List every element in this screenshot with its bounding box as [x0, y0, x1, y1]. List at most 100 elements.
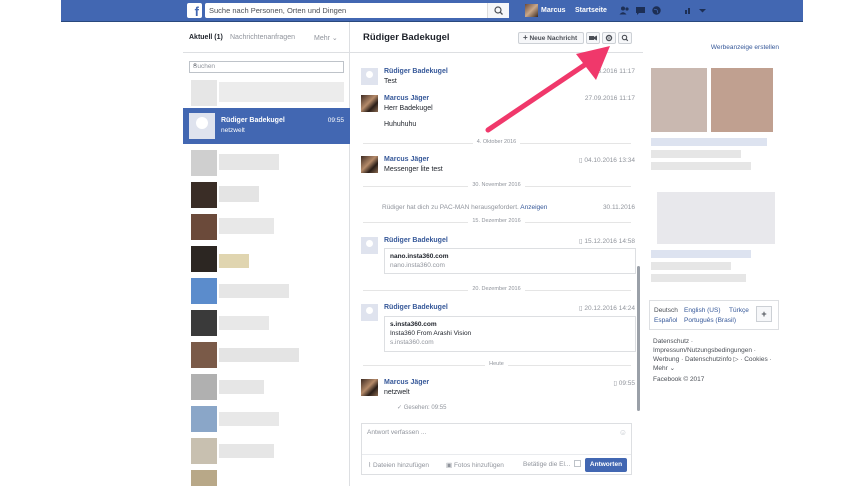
message-time: 27.09.2016 11:17 [584, 95, 635, 102]
blurred-ad-text [651, 150, 741, 158]
language-option[interactable]: English (US) [684, 307, 720, 314]
conversation-header: Rüdiger Badekugel + Neue Nachricht [350, 22, 643, 53]
facebook-logo[interactable]: f [187, 3, 202, 18]
search-placeholder: Suche nach Personen, Orten und Dingen [209, 6, 347, 15]
message-time: ▯ 04.10.2016 13:34 [579, 157, 635, 164]
new-message-button[interactable]: + Neue Nachricht [518, 32, 584, 44]
avatar [189, 113, 215, 139]
search-conversation-button[interactable] [618, 32, 632, 44]
blurred-ad-image[interactable] [711, 68, 773, 132]
language-selector: Deutsch English (US) Türkçe Español Port… [649, 300, 779, 330]
language-option[interactable]: Türkçe [729, 307, 749, 314]
account-menu-chevron-down-icon[interactable] [697, 5, 708, 16]
avatar [361, 304, 378, 321]
emoji-icon[interactable]: ☺ [619, 428, 627, 437]
footer-more-link[interactable]: Mehr ⌄ [653, 364, 675, 373]
send-reply-button[interactable]: Antworten [585, 458, 627, 472]
global-search-input[interactable]: Suche nach Personen, Orten und Dingen [205, 3, 509, 18]
link-title: nano.insta360.com [390, 253, 449, 260]
message-text: Test [384, 78, 397, 85]
footer-link[interactable]: Werbung · Datenschutzinfo ▷ · Cookies · [653, 355, 772, 364]
footer-link[interactable]: Impressum/Nutzungsbedingungen · [653, 346, 756, 355]
blurred-ad-text[interactable] [651, 250, 751, 258]
message-sender[interactable]: Marcus Jäger [384, 379, 429, 386]
blurred-conversation[interactable] [219, 218, 274, 234]
message-time: 30.11.2016 [602, 204, 635, 211]
camera-icon: ▣ [446, 462, 454, 469]
blurred-avatar [191, 80, 217, 106]
blurred-conversation[interactable] [219, 380, 264, 394]
footer-link[interactable]: Datenschutz · [653, 337, 693, 346]
avatar [361, 237, 378, 254]
plus-icon: + [523, 33, 528, 42]
notifications-globe-icon[interactable] [651, 5, 662, 16]
message-sender[interactable]: Marcus Jäger [384, 95, 429, 102]
blurred-avatar [191, 374, 217, 400]
blurred-avatar [191, 470, 217, 486]
avatar [361, 379, 378, 396]
friend-requests-icon[interactable] [619, 5, 630, 16]
settings-button[interactable] [602, 32, 616, 44]
blurred-ad-image[interactable] [651, 68, 707, 132]
blurred-avatar [191, 438, 217, 464]
blurred-conversation[interactable] [219, 82, 344, 102]
date-divider: 15. Dezember 2016 [350, 218, 643, 224]
message-sender[interactable]: Rüdiger Badekugel [384, 68, 448, 75]
message-time: ▯ 15.12.2016 14:58 [579, 238, 635, 245]
blurred-conversation[interactable] [219, 254, 249, 268]
composer-toolbar: ⌇ Dateien hinzufügen ▣ Fotos hinzufügen … [362, 454, 631, 474]
gear-icon [605, 34, 613, 42]
conversation-name: Rüdiger Badekugel [221, 117, 285, 124]
blurred-ad-text[interactable] [651, 138, 767, 146]
search-icon [621, 34, 629, 42]
blurred-conversation[interactable] [219, 412, 279, 426]
messages-icon[interactable] [635, 5, 646, 16]
avatar [525, 4, 538, 17]
blurred-avatar [191, 310, 217, 336]
blurred-conversation[interactable] [219, 284, 289, 298]
message-sender[interactable]: Rüdiger Badekugel [384, 304, 448, 311]
blurred-conversation[interactable] [219, 348, 299, 362]
language-option[interactable]: Español [654, 317, 678, 324]
top-navigation-bar: f Suche nach Personen, Orten und Dingen … [61, 0, 803, 22]
add-files-button[interactable]: ⌇ Dateien hinzufügen [368, 461, 429, 469]
message-sender[interactable]: Marcus Jäger [384, 156, 429, 163]
message-text: netzwelt [384, 389, 410, 396]
language-option[interactable]: Português (Brasil) [684, 317, 736, 324]
blurred-conversation[interactable] [219, 186, 259, 202]
reply-composer[interactable]: Antwort verfassen ... ☺ ⌇ Dateien hinzuf… [361, 423, 632, 475]
tab-recent[interactable]: Aktuell (1) [189, 34, 223, 41]
tab-message-requests[interactable]: Nachrichtenanfragen [230, 34, 295, 41]
privacy-shortcuts-icon[interactable] [683, 5, 694, 16]
create-ad-link[interactable]: Werbeanzeige erstellen [711, 44, 779, 51]
search-button[interactable] [487, 3, 509, 18]
more-languages-button[interactable]: + [756, 306, 772, 322]
new-message-label: Neue Nachricht [529, 35, 578, 42]
blurred-conversation[interactable] [219, 316, 269, 330]
link-url: nano.insta360.com [390, 262, 445, 269]
view-game-link[interactable]: Anzeigen [520, 204, 547, 211]
blurred-avatar [191, 150, 217, 176]
tab-more[interactable]: Mehr ⌄ [314, 34, 338, 42]
link-url: s.insta360.com [390, 339, 434, 346]
message-scrollbar[interactable] [637, 266, 640, 411]
add-photos-button[interactable]: ▣ Fotos hinzufügen [446, 461, 504, 469]
home-link[interactable]: Startseite [575, 7, 607, 14]
blurred-conversation[interactable] [219, 444, 274, 458]
search-icon [494, 6, 503, 15]
message-sender[interactable]: Rüdiger Badekugel [384, 237, 448, 244]
right-sidebar: Werbeanzeige erstellen Deutsch English (… [643, 22, 803, 486]
blurred-ad-image[interactable] [657, 192, 775, 244]
link-preview-card[interactable]: s.insta360.com Insta360 From Arashi Visi… [384, 316, 636, 352]
conversation-list-panel: Aktuell (1) Nachrichtenanfragen Mehr ⌄ S… [183, 22, 350, 486]
list-item-active-conversation[interactable]: Rüdiger Badekugel netzwelt 09:55 [183, 108, 350, 144]
reply-input[interactable]: Antwort verfassen ... [367, 429, 426, 436]
video-call-button[interactable] [586, 32, 600, 44]
message-thread[interactable]: Rüdiger Badekugel Test 08.2016 11:17 Mar… [350, 54, 643, 415]
language-current: Deutsch [654, 307, 678, 314]
blurred-conversation[interactable] [219, 154, 279, 170]
enter-to-send-checkbox[interactable] [574, 460, 581, 467]
date-divider: Heute [350, 361, 643, 367]
link-preview-card[interactable]: nano.insta360.com nano.insta360.com [384, 248, 636, 274]
conversation-search-input[interactable]: Suchen ⌕ [189, 61, 344, 73]
